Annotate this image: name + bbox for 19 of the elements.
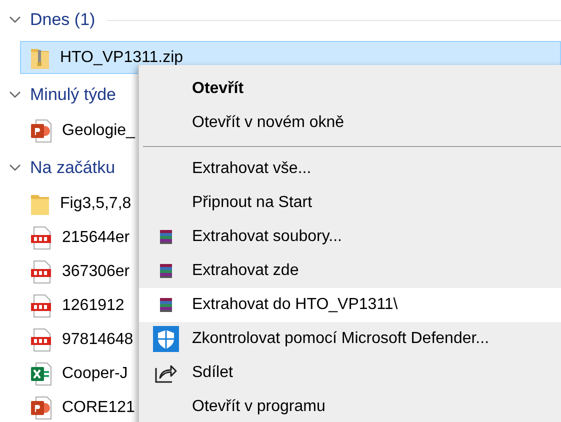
file-name: 215644er [62,228,130,248]
menu-item-label: Otevřít v novém okně [192,113,344,133]
menu-item-label: Extrahovat vše... [192,159,312,179]
file-name: Geologie_ [62,121,135,141]
menu-item-label: Otevřít v programu [192,397,326,417]
file-name: HTO_VP1311.zip [60,48,184,68]
file-name: 97814648 [62,330,134,350]
file-name: 1261912 [62,296,124,316]
menu-item-label: Otevřít [192,79,244,99]
file-name: 367306er [62,262,130,282]
menu-item-label: Extrahovat zde [192,261,299,281]
menu-item-label: Zkontrolovat pomocí Microsoft Defender... [192,329,490,349]
menu-item-label: Připnout na Start [192,193,312,213]
menu-item-label: Extrahovat do HTO_VP1311\ [192,295,398,315]
file-name: Fig3,5,7,8 [60,194,132,214]
file-name: CORE121 [62,398,135,418]
menu-item-label: Extrahovat soubory... [192,227,342,247]
file-name: Cooper-J [62,364,128,384]
menu-item-label: Sdílet [192,363,233,383]
